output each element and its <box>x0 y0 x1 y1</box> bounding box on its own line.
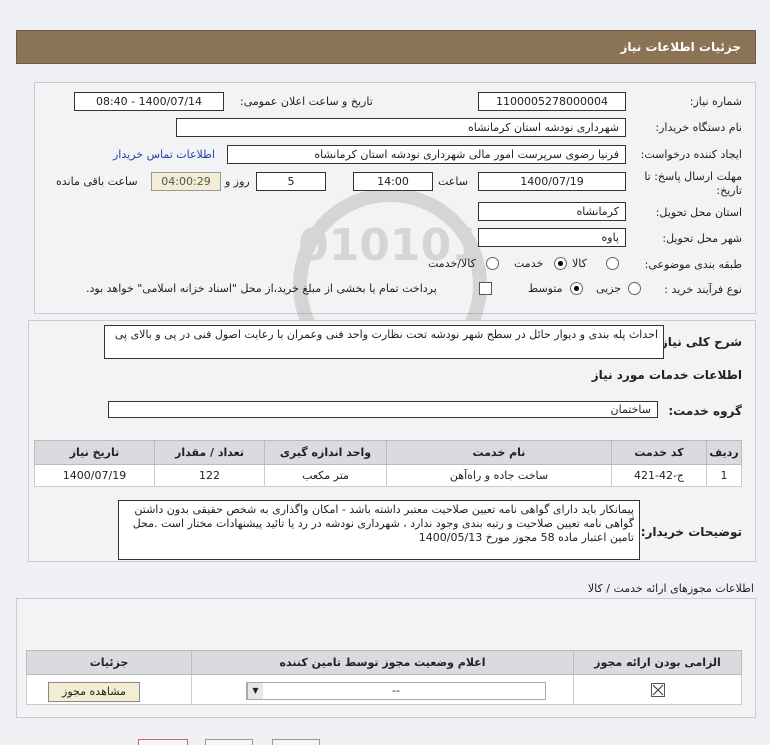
deadline-label-date: تاریخ: <box>716 184 742 197</box>
view-permit-button[interactable]: مشاهده مجوز <box>48 682 140 702</box>
page-title: جزئیات اطلاعات نیاز <box>620 40 741 54</box>
cell-unit: متر مکعب <box>264 464 387 487</box>
need-info-panel <box>34 82 756 314</box>
permit-status-select[interactable]: -- ▼ <box>246 682 546 700</box>
bottom-button-mid2[interactable] <box>272 739 320 745</box>
bottom-button-left[interactable] <box>138 739 188 745</box>
purchase-medium-label: متوسط <box>528 282 563 295</box>
summary-textbox: احداث پله بندی و دیوار حائل در سطح شهر ن… <box>104 325 664 359</box>
province-field[interactable]: کرمانشاه <box>478 202 626 221</box>
announce-label: تاریخ و ساعت اعلان عمومی: <box>240 95 373 108</box>
province-label: استان محل تحویل: <box>655 206 742 219</box>
service-group-field: ساختمان <box>108 401 658 418</box>
buyer-notes-label: توضیحات خریدار: <box>640 525 742 539</box>
services-section-title: اطلاعات خدمات مورد نیاز <box>591 368 742 382</box>
col-row: ردیف <box>706 440 742 465</box>
time-label: ساعت <box>438 175 468 188</box>
city-field[interactable]: پاوه <box>478 228 626 247</box>
category-service-radio[interactable] <box>554 257 567 270</box>
category-goods-service-radio[interactable] <box>486 257 499 270</box>
col-service-name: نام خدمت <box>386 440 612 465</box>
remaining-time-field: 04:00:29 <box>151 172 221 191</box>
category-goods-radio[interactable] <box>606 257 619 270</box>
announce-field[interactable]: 1400/07/14 - 08:40 <box>74 92 224 111</box>
buyer-org-label: نام دستگاه خریدار: <box>655 121 742 134</box>
need-number-label: شماره نیاز: <box>689 95 742 108</box>
cell-need-date: 1400/07/19 <box>34 464 155 487</box>
days-field[interactable]: 5 <box>256 172 326 191</box>
city-label: شهر محل تحویل: <box>662 232 742 245</box>
cell-service-code: ج-42-421 <box>611 464 707 487</box>
col-permit-status: اعلام وضعیت مجوز توسط تامین کننده <box>191 650 574 675</box>
summary-label: شرح کلی نیاز: <box>656 335 742 349</box>
page: جزئیات اطلاعات نیاز 010101 ParsNamadData… <box>0 0 770 745</box>
deadline-label: مهلت ارسال پاسخ: تا <box>644 170 742 183</box>
bottom-button-mid1[interactable] <box>205 739 253 745</box>
cell-quantity: 122 <box>154 464 265 487</box>
chevron-down-icon: ▼ <box>247 683 263 699</box>
page-header: جزئیات اطلاعات نیاز <box>16 30 756 64</box>
contact-buyer-link[interactable]: اطلاعات تماس خریدار <box>113 148 215 161</box>
remaining-label: ساعت باقی مانده <box>56 175 138 188</box>
buyer-org-field[interactable]: شهرداری نودشه استان کرمانشاه <box>176 118 626 137</box>
deadline-time-field[interactable]: 14:00 <box>353 172 433 191</box>
days-label: روز و <box>225 175 250 188</box>
creator-label: ایجاد کننده درخواست: <box>640 148 742 161</box>
permit-required-checkbox[interactable] <box>650 682 665 697</box>
buyer-notes-textbox: پیمانکار باید دارای گواهی نامه تعیین صلا… <box>118 500 640 560</box>
category-service-label: خدمت <box>514 257 544 270</box>
cell-row: 1 <box>706 464 742 487</box>
col-need-date: تاریخ نیاز <box>34 440 155 465</box>
services-table: ردیف کد خدمت نام خدمت واحد اندازه گیری ت… <box>34 440 742 487</box>
purchase-medium-radio[interactable] <box>570 282 583 295</box>
table-row: 1 ج-42-421 ساخت جاده و راه‌آهن متر مکعب … <box>34 464 742 487</box>
permit-status-value: -- <box>392 684 400 697</box>
purchase-partial-radio[interactable] <box>628 282 641 295</box>
col-permit-details: جزئیات <box>26 650 192 675</box>
permits-section-title: اطلاعات مجوزهای ارائه خدمت / کالا <box>587 582 754 595</box>
purchase-type-label: نوع فرآیند خرید : <box>664 283 742 296</box>
deadline-date-field[interactable]: 1400/07/19 <box>478 172 626 191</box>
col-service-code: کد خدمت <box>611 440 707 465</box>
category-goods-label: کالا <box>572 257 587 270</box>
col-unit: واحد اندازه گیری <box>264 440 387 465</box>
x-icon <box>652 684 663 695</box>
purchase-partial-label: جزیی <box>596 282 622 295</box>
col-permit-required: الزامی بودن ارائه مجوز <box>573 650 742 675</box>
category-goods-service-label: کالا/خدمت <box>428 257 476 270</box>
col-quantity: تعداد / مقدار <box>154 440 265 465</box>
creator-field[interactable]: فرنیا رضوی سرپرست امور مالی شهرداری نودش… <box>227 145 626 164</box>
treasury-payment-checkbox[interactable] <box>479 282 492 295</box>
service-group-label: گروه خدمت: <box>668 404 742 418</box>
cell-service-name: ساخت جاده و راه‌آهن <box>386 464 612 487</box>
cell-permit-required <box>573 674 742 705</box>
treasury-payment-note: پرداخت تمام یا بخشی از مبلغ خرید،از محل … <box>86 282 437 295</box>
category-label: طبقه بندی موضوعی: <box>644 258 742 271</box>
need-number-field[interactable]: 1100005278000004 <box>478 92 626 111</box>
